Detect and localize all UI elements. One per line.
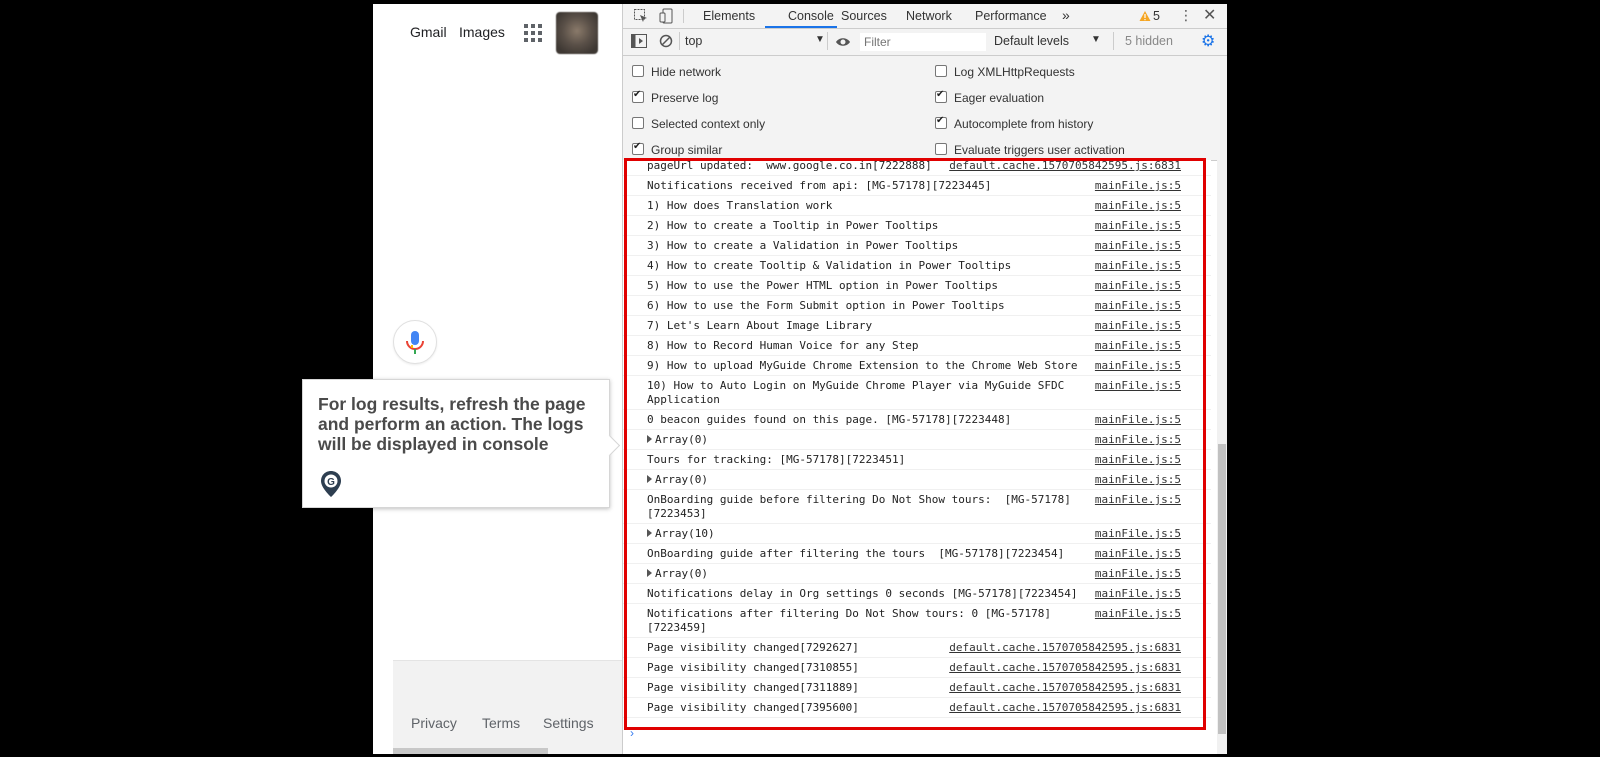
setting-label: Group similar — [651, 143, 723, 157]
svg-text:G: G — [327, 477, 335, 488]
setting-label: Selected context only — [651, 117, 766, 131]
gear-icon[interactable]: ⚙ — [1201, 31, 1215, 51]
privacy-link[interactable]: Privacy — [411, 715, 457, 731]
settings-link[interactable]: Settings — [543, 715, 594, 731]
tooltip-message: For log results, refresh the page and pe… — [318, 394, 586, 454]
divider — [1113, 32, 1114, 50]
setting-label: Eager evaluation — [954, 91, 1045, 105]
device-toolbar-icon[interactable] — [659, 8, 675, 29]
kebab-menu-icon[interactable]: ⋮ — [1179, 7, 1193, 24]
chevron-down-icon[interactable]: ▼ — [1091, 34, 1101, 45]
setting-left-0[interactable]: Hide network — [632, 65, 721, 79]
avatar[interactable] — [556, 12, 598, 54]
setting-right-3[interactable]: Evaluate triggers user activation — [935, 143, 1125, 157]
tab-performance[interactable]: Performance — [975, 9, 1047, 23]
console-prompt[interactable]: › — [630, 726, 634, 740]
checkbox[interactable] — [632, 141, 644, 155]
setting-left-1[interactable]: Preserve log — [632, 89, 719, 105]
myguide-logo-icon: G — [320, 470, 342, 498]
google-footer: Privacy Terms Settings — [393, 660, 623, 754]
tab-sources[interactable]: Sources — [841, 9, 887, 23]
hidden-count: 5 hidden — [1125, 34, 1173, 48]
setting-label: Autocomplete from history — [954, 117, 1094, 131]
vertical-scrollbar[interactable] — [1217, 160, 1227, 754]
setting-label: Hide network — [651, 65, 722, 79]
gmail-link[interactable]: Gmail — [410, 24, 447, 40]
terms-link[interactable]: Terms — [482, 715, 520, 731]
images-link[interactable]: Images — [459, 24, 505, 40]
checkbox[interactable] — [935, 143, 947, 155]
more-tabs-button[interactable]: » — [1062, 7, 1070, 23]
apps-grid-icon[interactable] — [524, 24, 542, 42]
checkbox[interactable] — [935, 65, 947, 77]
chevron-down-icon[interactable]: ▼ — [815, 34, 825, 45]
console-settings-panel: Hide network Preserve log Selected context… — [623, 56, 1227, 161]
checkbox[interactable] — [935, 89, 947, 103]
warning-icon[interactable] — [1139, 9, 1151, 27]
warning-count[interactable]: 5 — [1153, 9, 1160, 23]
microphone-icon[interactable] — [393, 320, 437, 364]
setting-right-0[interactable]: Log XMLHttpRequests — [935, 65, 1075, 79]
checkbox[interactable] — [935, 115, 947, 129]
setting-left-3[interactable]: Group similar — [632, 141, 723, 157]
context-selector[interactable]: top — [685, 34, 702, 48]
setting-left-2[interactable]: Selected context only — [632, 117, 765, 131]
checkbox[interactable] — [632, 117, 644, 129]
myguide-tooltip: For log results, refresh the page and pe… — [302, 379, 610, 508]
setting-label: Log XMLHttpRequests — [954, 65, 1075, 79]
setting-label: Evaluate triggers user activation — [954, 143, 1125, 157]
horizontal-scrollbar[interactable] — [393, 748, 548, 754]
setting-label: Preserve log — [651, 91, 719, 105]
log-levels-dropdown[interactable]: Default levels — [994, 34, 1069, 48]
devtools-tabbar: Elements Console Sources Network Perform… — [623, 4, 1227, 29]
divider — [827, 32, 828, 50]
divider — [679, 32, 680, 50]
tab-network[interactable]: Network — [906, 9, 952, 23]
inspect-element-icon[interactable] — [633, 8, 649, 29]
active-tab-indicator — [765, 26, 837, 28]
console-toolbar: top ▼ Default levels ▼ 5 hidden ⚙ — [623, 29, 1227, 56]
checkbox[interactable] — [632, 65, 644, 77]
scrollbar-thumb[interactable] — [1218, 444, 1226, 734]
tab-elements[interactable]: Elements — [703, 9, 755, 23]
setting-right-1[interactable]: Eager evaluation — [935, 89, 1045, 105]
checkbox[interactable] — [632, 89, 644, 103]
close-icon[interactable]: ✕ — [1203, 5, 1216, 25]
setting-right-2[interactable]: Autocomplete from history — [935, 115, 1094, 131]
eye-icon[interactable] — [835, 35, 851, 53]
divider — [683, 9, 684, 23]
clear-console-icon[interactable] — [659, 34, 673, 53]
highlight-frame — [624, 158, 1206, 730]
tab-console[interactable]: Console — [788, 9, 834, 23]
filter-input[interactable] — [859, 32, 987, 52]
sidebar-toggle-icon[interactable] — [631, 34, 647, 53]
